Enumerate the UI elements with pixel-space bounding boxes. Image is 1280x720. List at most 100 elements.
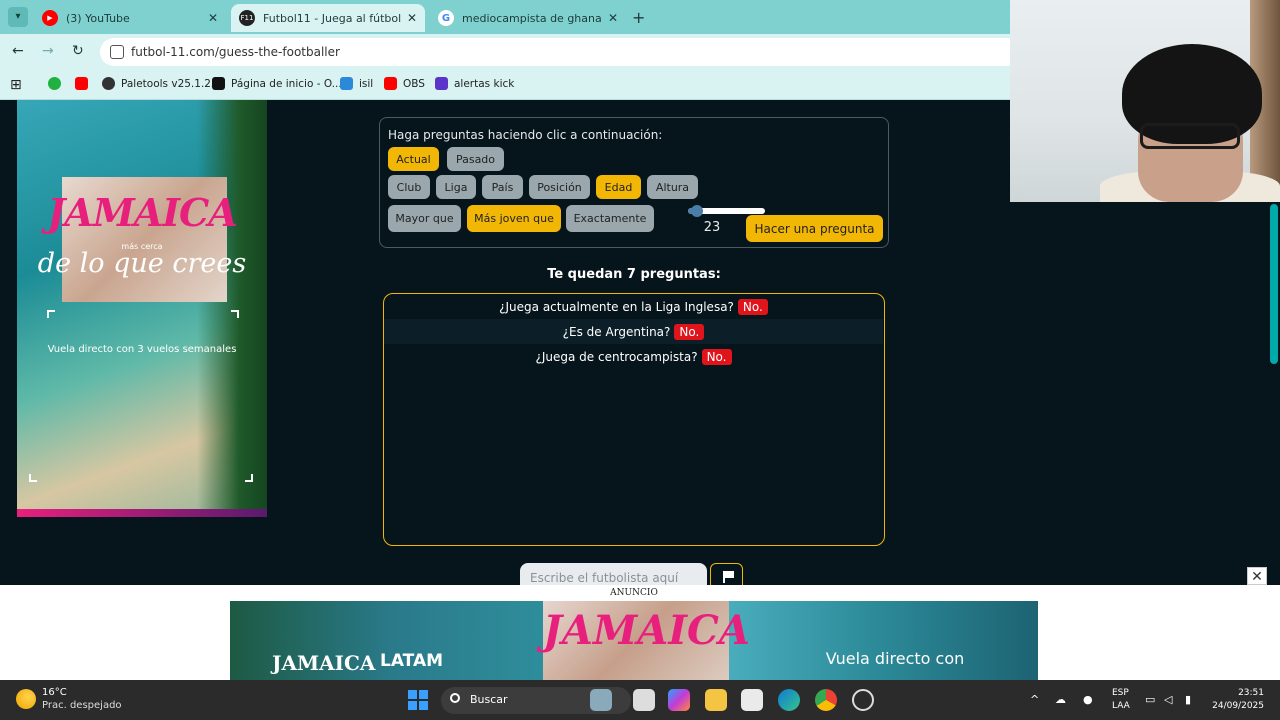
tab-futbol11[interactable]: F11 Futbol11 - Juega al fútbol Adivi ✕ [231, 4, 425, 32]
back-arrow-icon[interactable]: ← [12, 43, 24, 59]
onedrive-icon[interactable]: ☁ [1055, 693, 1066, 706]
language-indicator[interactable]: ESP [1112, 688, 1129, 698]
ad-frame-corner [245, 474, 253, 482]
list-item: ¿Es de Argentina? No. [384, 319, 883, 344]
left-advertisement[interactable]: JAMAICA más cerca de lo que crees Vuela … [17, 100, 267, 517]
age-slider[interactable] [688, 205, 765, 217]
bookmark-paletools[interactable]: Paletools v25.1.23 [102, 77, 218, 90]
keyboard-layout-indicator[interactable]: LAA [1112, 701, 1130, 711]
widgets-icon[interactable] [590, 689, 612, 711]
tab-youtube[interactable]: ▶ (3) YouTube ✕ [34, 4, 226, 32]
chip-pais[interactable]: País [482, 175, 523, 199]
weather-temperature: 16°C [42, 687, 67, 698]
answer-badge: No. [674, 323, 705, 340]
bookmark-obs[interactable]: OBS [384, 77, 425, 90]
file-explorer-icon[interactable] [705, 689, 727, 711]
chip-actual[interactable]: Actual [388, 147, 439, 171]
youtube-icon [384, 77, 397, 90]
windows-start-icon[interactable] [408, 690, 428, 710]
tab-title: Futbol11 - Juega al fútbol Adivi [263, 11, 401, 25]
answer-badge: No. [701, 348, 732, 365]
chip-mayor-que[interactable]: Mayor que [388, 205, 461, 232]
bookmark-isil[interactable]: isil [340, 77, 373, 90]
chip-club[interactable]: Club [388, 175, 430, 199]
tab-search-chevron-icon[interactable]: ▾ [8, 7, 28, 27]
ad-airline: LATAM [380, 651, 444, 671]
bookmark-label: isil [359, 77, 374, 90]
isil-icon [340, 77, 353, 90]
ad-flights-text: Vuela directo con 3 vuelos semanales [47, 344, 237, 355]
remaining-questions: Te quedan 7 preguntas: [547, 267, 721, 282]
chip-liga[interactable]: Liga [436, 175, 476, 199]
answer-question: ¿Juega de centrocampista? [535, 349, 698, 364]
d2l-icon [212, 77, 225, 90]
chrome-icon[interactable] [815, 689, 837, 711]
bookmark-label: OBS [403, 77, 425, 90]
scrollbar-thumb[interactable] [1270, 204, 1278, 364]
obs-icon[interactable] [852, 689, 874, 711]
taskbar-search-label: Buscar [470, 693, 508, 706]
ad-label: ANUNCIO [610, 588, 658, 598]
question-prompt: Haga preguntas haciendo clic a continuac… [388, 128, 663, 142]
answer-question: ¿Juega actualmente en la Liga Inglesa? [499, 299, 734, 314]
bookmarks-bar: ⊞ Paletools v25.1.23 Página de inicio - … [0, 70, 1010, 100]
bookmark-green-app[interactable] [48, 77, 67, 90]
page-scrollbar[interactable] [1268, 202, 1280, 585]
browser-toolbar: ← → ↻ futbol-11.com/guess-the-footballer [0, 34, 1020, 70]
chip-exactamente[interactable]: Exactamente [566, 205, 654, 232]
ask-question-button[interactable]: Hacer una pregunta [746, 215, 883, 242]
close-tab-icon[interactable]: ✕ [407, 11, 417, 25]
tab-title: (3) YouTube [66, 11, 130, 25]
ad-frame-corner [231, 310, 239, 318]
ad-slogan: de lo que crees [37, 248, 247, 279]
tab-google-search[interactable]: G mediocampista de ghana - Busc ✕ [430, 4, 626, 32]
ad-tagline: Vuela directo con [825, 649, 965, 668]
network-icon[interactable]: ▭ [1145, 693, 1155, 706]
bottom-advertisement[interactable]: JAMAICA JAMAICA LATAM Vuela directo con [230, 601, 1038, 680]
new-tab-icon[interactable]: + [632, 8, 645, 27]
bookmark-label: alertas kick [454, 77, 515, 90]
bookmark-pagina-inicio[interactable]: Página de inicio - O... [212, 77, 342, 90]
google-icon: G [438, 10, 454, 26]
microphone-icon[interactable]: ● [1083, 693, 1093, 706]
list-item: ¿Juega de centrocampista? No. [384, 344, 883, 369]
ad-brand-center: JAMAICA [543, 607, 750, 654]
age-slider-thumb[interactable] [691, 205, 703, 217]
edge-icon[interactable] [778, 689, 800, 711]
clock-date[interactable]: 24/09/2025 [1208, 701, 1264, 711]
ad-brand: JAMAICA [47, 190, 238, 235]
address-bar[interactable]: futbol-11.com/guess-the-footballer [100, 38, 1020, 66]
bookmark-alertas-kick[interactable]: alertas kick [435, 77, 514, 90]
volume-icon[interactable]: ◁ [1164, 693, 1172, 706]
list-item: ¿Juega actualmente en la Liga Inglesa? N… [384, 294, 883, 319]
close-ad-icon[interactable]: ✕ [1247, 567, 1267, 585]
microsoft-store-icon[interactable] [741, 689, 763, 711]
webcam-overlay [1010, 0, 1280, 202]
site-info-icon[interactable] [110, 45, 124, 59]
bookmark-youtube[interactable] [75, 77, 94, 90]
close-tab-icon[interactable]: ✕ [208, 11, 218, 25]
tray-overflow-chevron-icon[interactable]: ^ [1030, 693, 1039, 706]
bookmark-label: Página de inicio - O... [231, 77, 342, 90]
ad-frame-corner [47, 310, 55, 318]
chip-pasado[interactable]: Pasado [447, 147, 504, 171]
clock-time[interactable]: 23:51 [1220, 688, 1264, 698]
chip-altura[interactable]: Altura [647, 175, 698, 199]
ad-bottom-bar [17, 509, 267, 517]
apps-grid-icon[interactable]: ⊞ [10, 77, 22, 93]
chip-mas-joven-que[interactable]: Más joven que [467, 205, 561, 232]
task-view-icon[interactable] [633, 689, 655, 711]
copilot-icon[interactable] [668, 689, 690, 711]
tab-title: mediocampista de ghana - Busc [462, 11, 602, 25]
close-tab-icon[interactable]: ✕ [608, 11, 618, 25]
weather-icon[interactable] [16, 689, 36, 709]
reload-icon[interactable]: ↻ [72, 43, 84, 59]
chip-posicion[interactable]: Posición [529, 175, 590, 199]
chip-edad[interactable]: Edad [596, 175, 641, 199]
ad-brand-left: JAMAICA [272, 651, 376, 675]
forward-arrow-icon[interactable]: → [42, 43, 54, 59]
youtube-icon: ▶ [42, 10, 58, 26]
ad-jungle-graphic [197, 100, 267, 517]
battery-icon[interactable]: ▮ [1185, 693, 1191, 706]
screen: ▾ ▶ (3) YouTube ✕ F11 Futbol11 - Juega a… [0, 0, 1280, 720]
